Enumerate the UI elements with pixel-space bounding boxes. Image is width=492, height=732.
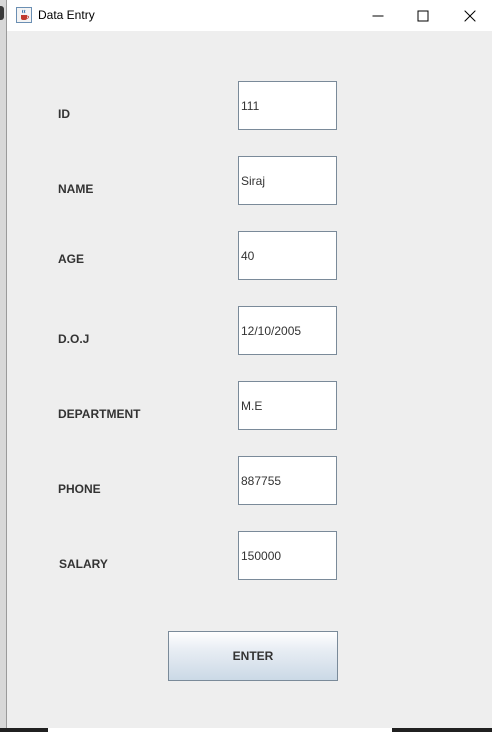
screen: Data Entry ID NAME AGE D.O.J DEPARTMENT (0, 0, 492, 732)
doj-label: D.O.J (58, 332, 90, 346)
maximize-button[interactable] (400, 0, 445, 31)
minimize-button[interactable] (355, 0, 400, 31)
name-label: NAME (58, 182, 94, 196)
form-panel: ID NAME AGE D.O.J DEPARTMENT PHONE SALAR… (7, 31, 492, 728)
id-field[interactable] (238, 81, 337, 130)
close-button[interactable] (447, 0, 492, 31)
window-title: Data Entry (38, 8, 95, 22)
background-window-notch (0, 6, 4, 20)
salary-field[interactable] (238, 531, 337, 580)
salary-label: SALARY (59, 557, 108, 571)
enter-button[interactable]: ENTER (168, 631, 338, 681)
java-cup-icon (16, 7, 32, 23)
department-label: DEPARTMENT (58, 407, 141, 421)
name-field[interactable] (238, 156, 337, 205)
age-label: AGE (58, 252, 85, 266)
age-field[interactable] (238, 231, 337, 280)
taskbar-segment-left (0, 728, 48, 732)
phone-field[interactable] (238, 456, 337, 505)
close-icon (464, 10, 475, 21)
background-window-edge (0, 0, 7, 732)
taskbar-segment-right (392, 728, 492, 732)
window-titlebar[interactable]: Data Entry (7, 0, 492, 31)
minimize-icon (372, 15, 383, 16)
doj-field[interactable] (238, 306, 337, 355)
maximize-icon (417, 10, 428, 21)
taskbar-edge (0, 728, 492, 732)
id-label: ID (58, 107, 70, 121)
department-field[interactable] (238, 381, 337, 430)
phone-label: PHONE (58, 482, 101, 496)
